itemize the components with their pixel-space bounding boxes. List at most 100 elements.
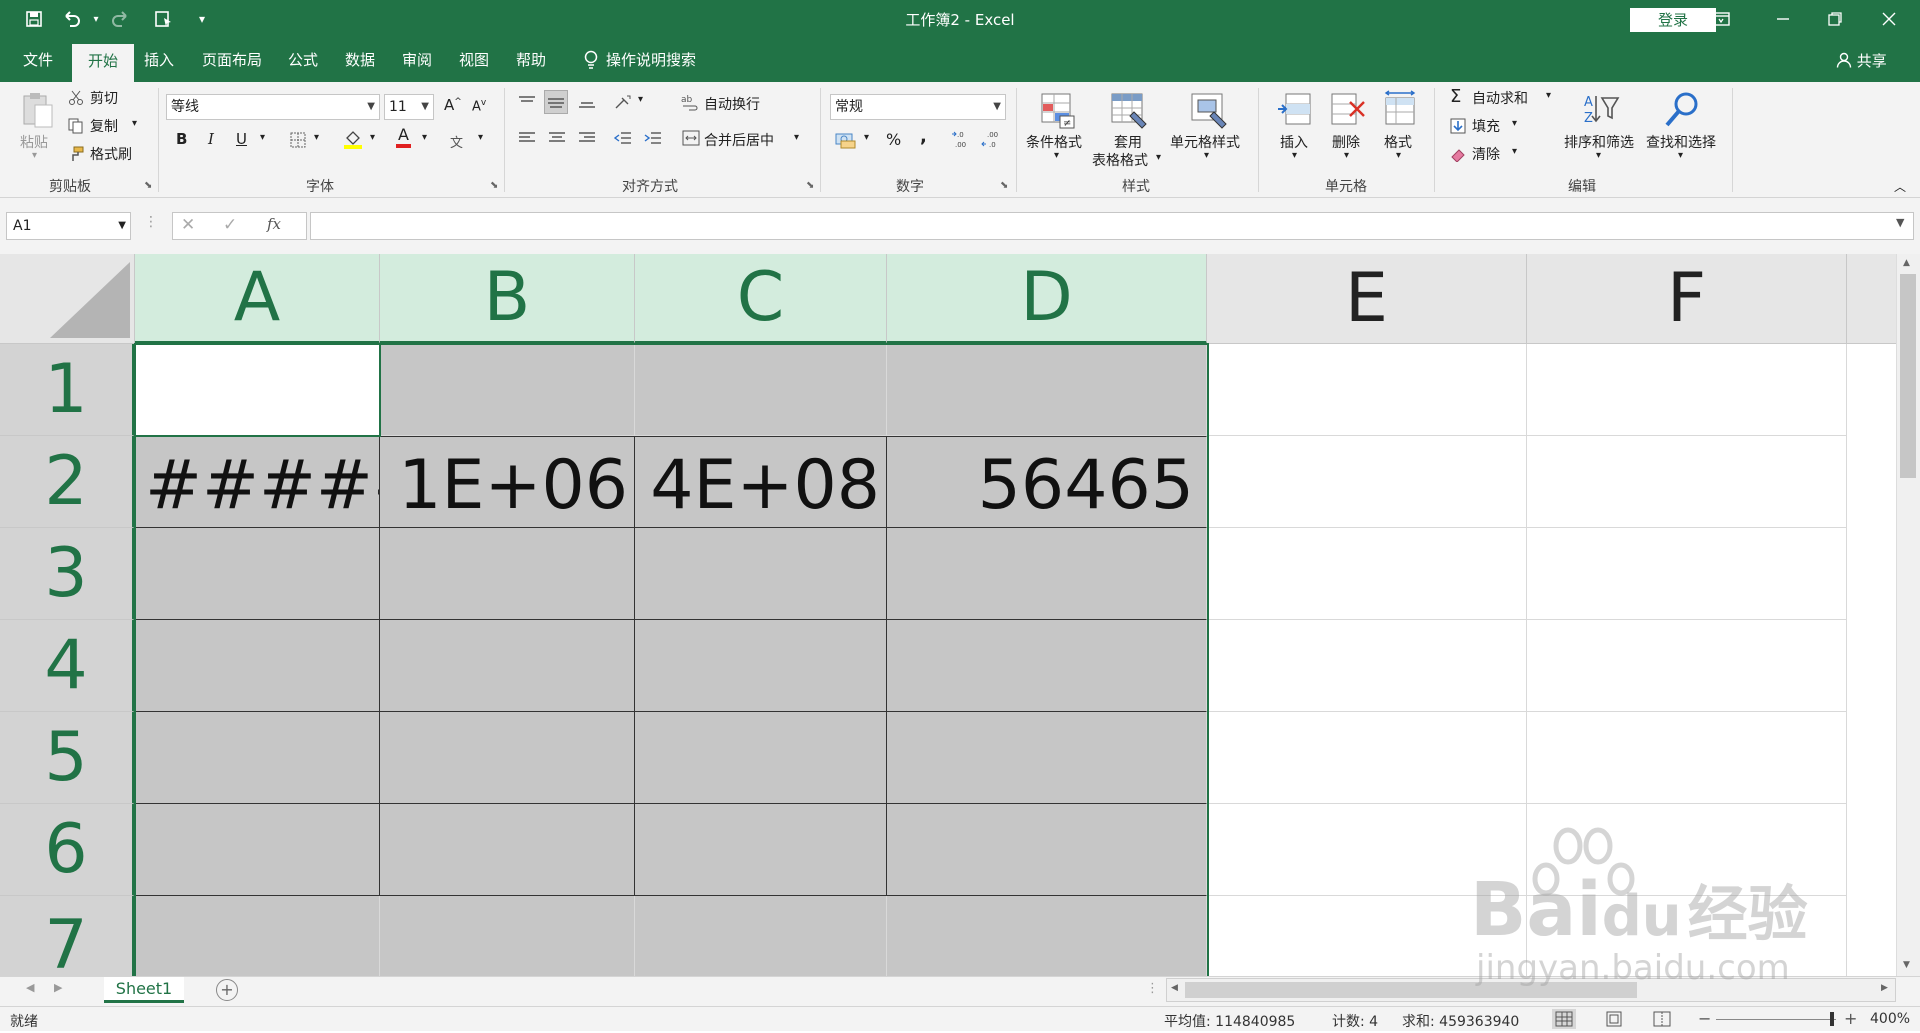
row-header-6[interactable]: 6: [0, 804, 135, 896]
underline-dropdown-icon[interactable]: ▾: [260, 132, 265, 143]
sum-status[interactable]: 求和: 459363940: [1402, 1011, 1519, 1031]
wrap-text-button[interactable]: 自动换行: [704, 94, 760, 114]
bold-button[interactable]: B: [176, 130, 187, 148]
delete-cells-dropdown-icon[interactable]: ▾: [1344, 150, 1349, 161]
cell-b6[interactable]: [380, 804, 635, 896]
tab-splitter-handle[interactable]: ⋮: [1146, 981, 1159, 996]
paste-label[interactable]: 粘贴: [20, 132, 48, 152]
underline-button[interactable]: U: [236, 130, 247, 148]
tab-insert[interactable]: 插入: [136, 38, 182, 82]
cancel-entry-icon[interactable]: ✕: [181, 215, 195, 235]
cell-a7[interactable]: [135, 896, 380, 976]
font-launcher-icon[interactable]: ⬊: [490, 180, 498, 191]
cell-b7[interactable]: [380, 896, 635, 976]
increase-indent-icon[interactable]: [642, 128, 664, 148]
new-sheet-icon[interactable]: +: [216, 979, 238, 1001]
row-header-2[interactable]: 2: [0, 436, 135, 528]
customize-qat-icon[interactable]: ▾: [188, 6, 216, 32]
sheet-tab-sheet1[interactable]: Sheet1: [104, 977, 184, 1003]
tab-page-layout[interactable]: 页面布局: [194, 38, 270, 82]
collapse-ribbon-icon[interactable]: ︿: [1894, 178, 1906, 195]
save-icon[interactable]: [20, 6, 48, 32]
fill-button[interactable]: 填充: [1472, 116, 1500, 136]
format-cells-icon[interactable]: [1380, 90, 1420, 130]
italic-button[interactable]: I: [208, 130, 214, 148]
zoom-slider[interactable]: [1716, 1019, 1836, 1020]
alignment-launcher-icon[interactable]: ⬊: [806, 180, 814, 191]
zoom-in-icon[interactable]: +: [1844, 1009, 1857, 1028]
tab-formulas[interactable]: 公式: [280, 38, 326, 82]
ribbon-display-options-icon[interactable]: [1690, 0, 1752, 38]
column-header-d[interactable]: D: [887, 254, 1207, 344]
cell-c7[interactable]: [635, 896, 887, 976]
cell-a3[interactable]: [135, 528, 380, 620]
column-header-a[interactable]: A: [135, 254, 380, 344]
find-select-dropdown-icon[interactable]: ▾: [1678, 150, 1683, 161]
column-header-b[interactable]: B: [380, 254, 635, 344]
insert-cells-button[interactable]: 插入: [1280, 132, 1308, 152]
font-size-select[interactable]: 11 ▼: [384, 94, 434, 120]
scroll-right-icon[interactable]: ▶: [1881, 983, 1888, 993]
formula-input[interactable]: [310, 212, 1914, 240]
find-select-icon[interactable]: [1662, 90, 1702, 130]
tab-file[interactable]: 文件: [14, 38, 62, 82]
fill-dropdown-icon[interactable]: ▾: [1512, 118, 1517, 129]
comma-style-button[interactable]: ,: [920, 126, 927, 147]
tab-view[interactable]: 视图: [451, 38, 497, 82]
restore-icon[interactable]: [1804, 0, 1866, 38]
cell-a1[interactable]: [135, 344, 380, 436]
delete-cells-button[interactable]: 删除: [1332, 132, 1360, 152]
cell-a4[interactable]: [135, 620, 380, 712]
align-top-icon[interactable]: [516, 92, 538, 112]
orientation-dropdown-icon[interactable]: ▾: [638, 94, 643, 105]
format-as-table-label-1[interactable]: 套用: [1114, 132, 1142, 152]
cell-d7[interactable]: [887, 896, 1207, 976]
formula-bar-options-icon[interactable]: ⋮: [144, 214, 158, 230]
column-header-c[interactable]: C: [635, 254, 887, 344]
number-format-select[interactable]: 常规 ▼: [830, 94, 1006, 120]
sort-filter-icon[interactable]: AZ: [1580, 90, 1620, 130]
cell-a6[interactable]: [135, 804, 380, 896]
cell-c2[interactable]: 4E+08: [635, 436, 887, 528]
sort-filter-button[interactable]: 排序和筛选: [1564, 132, 1634, 152]
format-cells-dropdown-icon[interactable]: ▾: [1396, 150, 1401, 161]
clipboard-launcher-icon[interactable]: ⬊: [144, 180, 152, 191]
tab-home[interactable]: 开始: [72, 44, 134, 82]
vertical-scrollbar[interactable]: ▲ ▼: [1896, 254, 1920, 976]
format-cells-button[interactable]: 格式: [1384, 132, 1412, 152]
name-box[interactable]: A1 ▼: [6, 212, 131, 240]
cell-d3[interactable]: [887, 528, 1207, 620]
row-header-1[interactable]: 1: [0, 344, 135, 436]
paste-icon[interactable]: [18, 90, 58, 130]
cell-c1[interactable]: [635, 344, 887, 436]
phonetic-dropdown-icon[interactable]: ▾: [478, 132, 483, 143]
decrease-indent-icon[interactable]: [612, 128, 634, 148]
page-layout-view-icon[interactable]: [1602, 1009, 1626, 1029]
number-launcher-icon[interactable]: ⬊: [1000, 180, 1008, 191]
fill-color-icon[interactable]: [342, 128, 364, 150]
font-color-dropdown-icon[interactable]: ▾: [422, 132, 427, 143]
redo-icon[interactable]: [106, 6, 134, 32]
format-as-table-icon[interactable]: [1108, 90, 1148, 130]
percent-style-button[interactable]: %: [886, 130, 901, 149]
name-box-dropdown-icon[interactable]: ▼: [118, 213, 126, 239]
cut-button[interactable]: 剪切: [90, 88, 118, 108]
align-bottom-icon[interactable]: [576, 92, 598, 112]
expand-formula-bar-icon[interactable]: ▼: [1896, 216, 1904, 229]
page-break-preview-icon[interactable]: [1650, 1009, 1674, 1029]
format-as-table-dropdown-icon[interactable]: ▾: [1156, 152, 1161, 163]
select-all-corner[interactable]: [0, 254, 135, 344]
scroll-left-icon[interactable]: ◀: [1171, 983, 1178, 993]
shrink-font-icon[interactable]: Av: [472, 98, 486, 114]
fill-color-dropdown-icon[interactable]: ▾: [370, 132, 375, 143]
insert-cells-icon[interactable]: [1276, 90, 1316, 130]
cell-b1[interactable]: [380, 344, 635, 436]
cell-a2[interactable]: ######: [135, 436, 380, 528]
decrease-decimal-icon[interactable]: .00.0: [980, 128, 1004, 150]
tab-review[interactable]: 审阅: [394, 38, 440, 82]
tab-help[interactable]: 帮助: [508, 38, 554, 82]
cell-d1[interactable]: [887, 344, 1207, 436]
copy-button[interactable]: 复制: [90, 116, 118, 136]
merge-center-button[interactable]: 合并后居中: [704, 130, 774, 150]
vertical-scroll-thumb[interactable]: [1900, 274, 1916, 478]
